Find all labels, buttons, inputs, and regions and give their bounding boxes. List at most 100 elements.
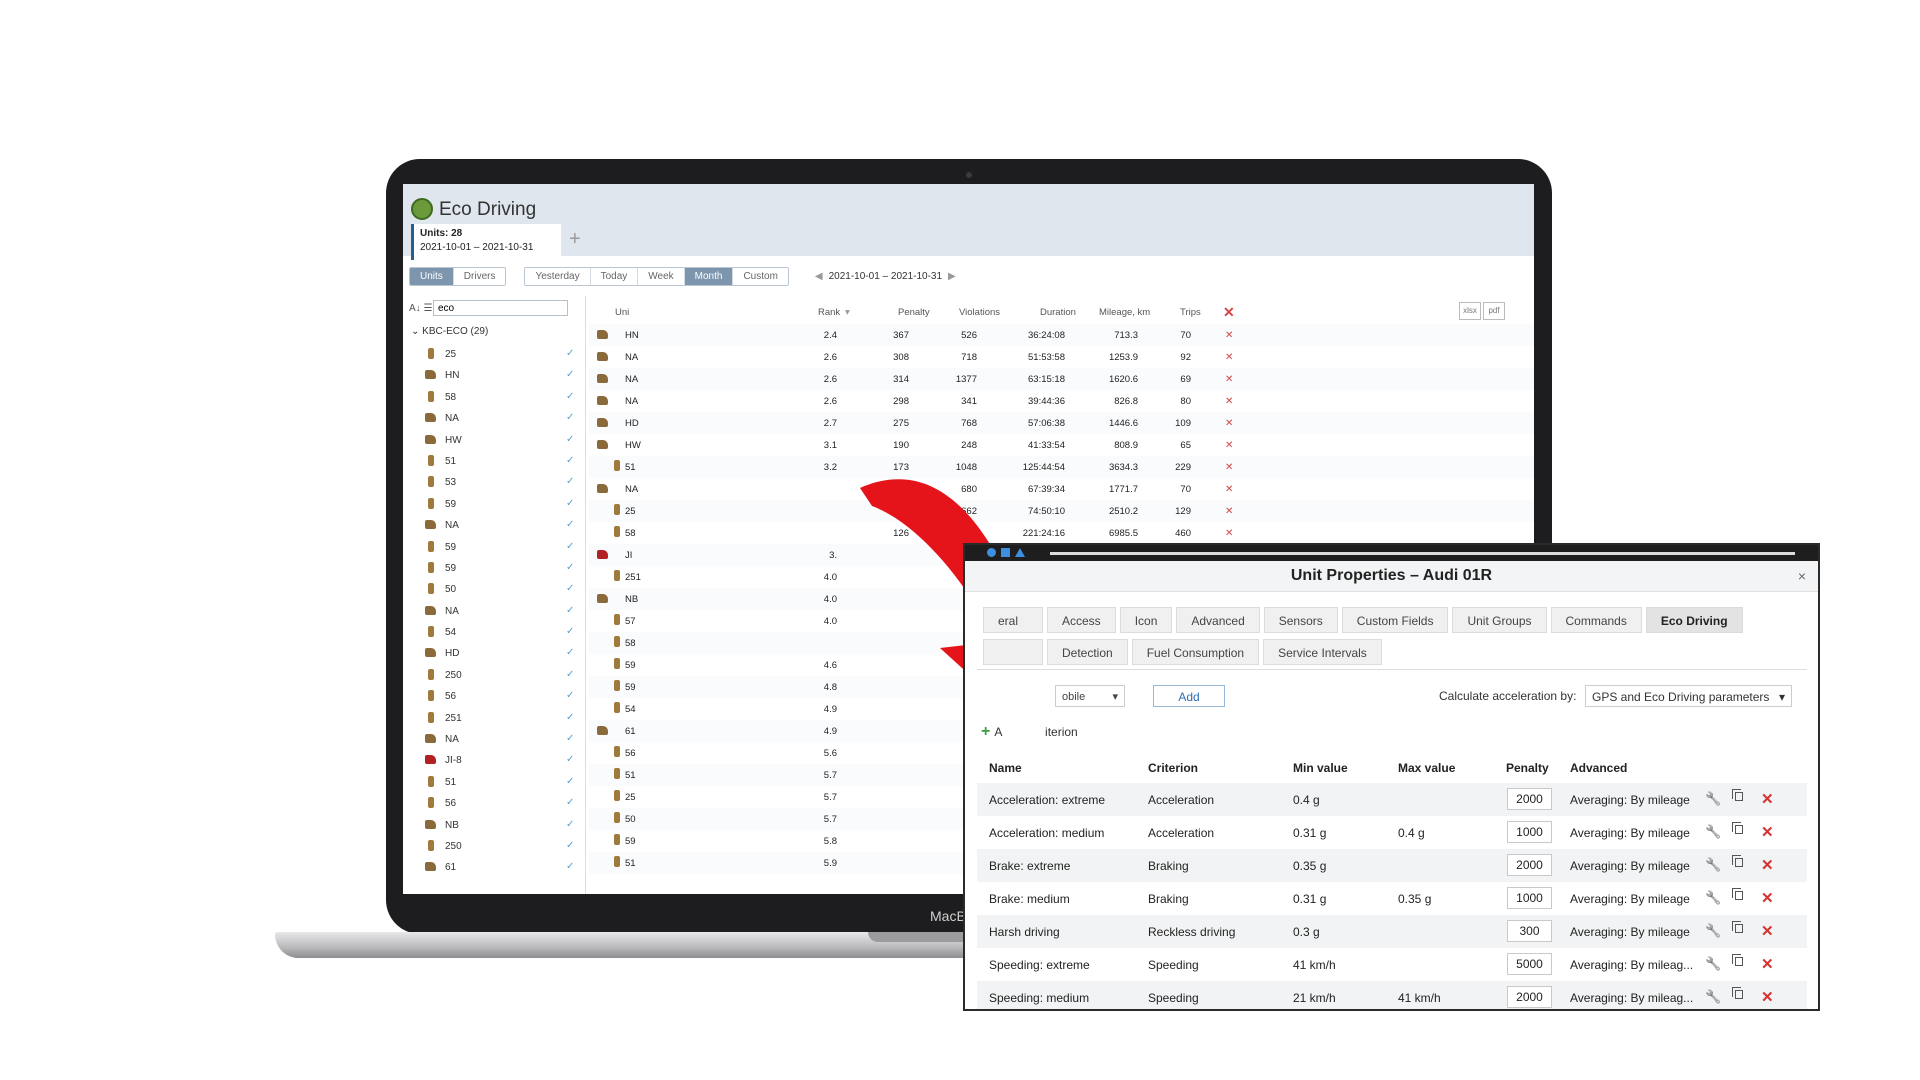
checkmark-icon[interactable]: ✓ [566,690,574,701]
tab-sensors[interactable]: Sensors [1263,607,1338,633]
tab-eco-driving[interactable]: Eco Driving [1645,607,1743,633]
calc-acceleration-select[interactable]: GPS and Eco Driving parameters ▾ [1585,685,1792,707]
wrench-icon[interactable]: 🔧 [1705,857,1721,873]
delete-icon[interactable]: ✕ [1761,856,1774,874]
checkmark-icon[interactable]: ✓ [566,647,574,658]
list-item[interactable]: 51 ✓ [403,772,585,793]
col-penalty[interactable]: Penalty [898,307,930,318]
list-item[interactable]: NA ✓ [403,515,585,536]
list-item[interactable]: HW ✓ [403,430,585,451]
tab-unit-groups[interactable]: Unit Groups [1452,607,1547,633]
criterion-row[interactable]: Harsh driving Reckless driving 0.3 g Averag… [977,915,1807,948]
list-item[interactable]: 25 ✓ [403,344,585,365]
checkmark-icon[interactable]: ✓ [566,712,574,723]
list-item[interactable]: HN ✓ [403,365,585,386]
penalty-input[interactable]: 2000 [1507,854,1552,876]
checkmark-icon[interactable]: ✓ [566,754,574,765]
list-item[interactable]: 250 ✓ [403,836,585,857]
delete-icon[interactable]: ✕ [1761,823,1774,841]
penalty-input[interactable]: 2000 [1507,986,1552,1008]
table-row[interactable]: NA 149 680 67:39:34 1771.7 70 ✕ [589,478,1534,500]
tab-custom-fields[interactable]: Custom Fields [1341,607,1449,633]
list-item[interactable]: 53 ✓ [403,472,585,493]
export-xlsx-button[interactable]: xlsx [1459,302,1481,320]
period-tab-custom[interactable]: Custom [733,267,788,285]
penalty-input[interactable]: 1000 [1507,887,1552,909]
wrench-icon[interactable]: 🔧 [1705,824,1721,840]
report-tab[interactable]: Units: 28 2021-10-01 – 2021-10-31 [411,224,561,260]
list-item[interactable]: 59 ✓ [403,494,585,515]
col-trips[interactable]: Trips [1180,307,1201,318]
tab-eral[interactable]: eral [983,607,1043,633]
delete-row-icon[interactable]: ✕ [1225,462,1233,473]
delete-row-icon[interactable]: ✕ [1225,396,1233,407]
delete-row-icon[interactable]: ✕ [1225,440,1233,451]
delete-row-icon[interactable]: ✕ [1225,528,1233,539]
copy-icon[interactable] [1732,822,1743,834]
penalty-input[interactable]: 1000 [1507,821,1552,843]
copy-icon[interactable] [1732,954,1743,966]
wrench-icon[interactable]: 🔧 [1705,890,1721,906]
criterion-row[interactable]: Brake: extreme Braking 0.35 g Averaging: By… [977,849,1807,882]
tab-icon[interactable]: Icon [1119,607,1173,633]
checkmark-icon[interactable]: ✓ [566,498,574,509]
criterion-row[interactable]: Acceleration: extreme Acceleration 0.4 g Av… [977,783,1807,816]
unit-group[interactable]: ⌄ KBC-ECO (29) [411,326,488,337]
checkmark-icon[interactable]: ✓ [566,455,574,466]
delete-row-icon[interactable]: ✕ [1225,418,1233,429]
table-row[interactable]: NA 2.6 298 341 39:44:36 826.8 80 ✕ [589,390,1534,412]
list-item[interactable]: 54 ✓ [403,622,585,643]
list-item[interactable]: 59 ✓ [403,558,585,579]
criterion-row[interactable]: Speeding: medium Speeding 21 km/h 41 km/h Av… [977,981,1807,1009]
checkmark-icon[interactable]: ✓ [566,733,574,744]
prev-period-icon[interactable]: ◀ [815,271,823,282]
delete-row-icon[interactable]: ✕ [1225,352,1233,363]
penalty-input[interactable]: 300 [1507,920,1552,942]
delete-row-icon[interactable]: ✕ [1225,374,1233,385]
tab-access[interactable]: Access [1047,607,1116,633]
list-item[interactable]: JI-8 ✓ [403,750,585,771]
col-violations[interactable]: Violations [959,307,1000,318]
period-tab-week[interactable]: Week [638,267,685,285]
criterion-row[interactable]: Speeding: extreme Speeding 41 km/h Averagin… [977,948,1807,981]
checkmark-icon[interactable]: ✓ [566,605,574,616]
wrench-icon[interactable]: 🔧 [1705,956,1721,972]
next-period-icon[interactable]: ▶ [948,271,956,282]
checkmark-icon[interactable]: ✓ [566,476,574,487]
list-item[interactable]: NA ✓ [403,729,585,750]
list-item[interactable]: NA ✓ [403,601,585,622]
close-icon[interactable]: × [1798,568,1806,584]
tab-advanced[interactable]: Advanced [1176,607,1260,633]
mode-tab-drivers[interactable]: Drivers [453,267,506,285]
delete-icon[interactable]: ✕ [1761,922,1774,940]
table-row[interactable]: 51 3.2 173 1048 125:44:54 3634.3 229 ✕ [589,456,1534,478]
subtab-service-intervals[interactable]: Service Intervals [1263,639,1382,665]
delete-icon[interactable]: ✕ [1761,955,1774,973]
delete-icon[interactable]: ✕ [1761,790,1774,808]
col-unit[interactable]: Uni [615,307,629,318]
list-item[interactable]: 58 ✓ [403,387,585,408]
subtab-hidden[interactable] [983,639,1043,665]
copy-icon[interactable] [1732,789,1743,801]
copy-icon[interactable] [1732,888,1743,900]
export-pdf-button[interactable]: pdf [1483,302,1505,320]
table-row[interactable]: HD 2.7 275 768 57:06:38 1446.6 109 ✕ [589,412,1534,434]
period-tab-month[interactable]: Month [684,267,734,285]
copy-icon[interactable] [1732,855,1743,867]
checkmark-icon[interactable]: ✓ [566,776,574,787]
add-tab-button[interactable]: + [569,228,581,251]
list-item[interactable]: NA ✓ [403,408,585,429]
penalty-input[interactable]: 2000 [1507,788,1552,810]
table-row[interactable]: HW 3.1 190 248 41:33:54 808.9 65 ✕ [589,434,1534,456]
checkmark-icon[interactable]: ✓ [566,861,574,872]
table-row[interactable]: NA 2.6 308 718 51:53:58 1253.9 92 ✕ [589,346,1534,368]
wrench-icon[interactable]: 🔧 [1705,989,1721,1005]
delete-icon[interactable]: ✕ [1761,889,1774,907]
col-mileage[interactable]: Mileage, km [1099,307,1150,318]
criterion-row[interactable]: Brake: medium Braking 0.31 g 0.35 g Averagin… [977,882,1807,915]
penalty-input[interactable]: 5000 [1507,953,1552,975]
checkmark-icon[interactable]: ✓ [566,583,574,594]
list-item[interactable]: 56 ✓ [403,793,585,814]
add-button[interactable]: Add [1153,685,1225,707]
vehicle-type-select[interactable]: obile ▾ [1055,685,1125,707]
